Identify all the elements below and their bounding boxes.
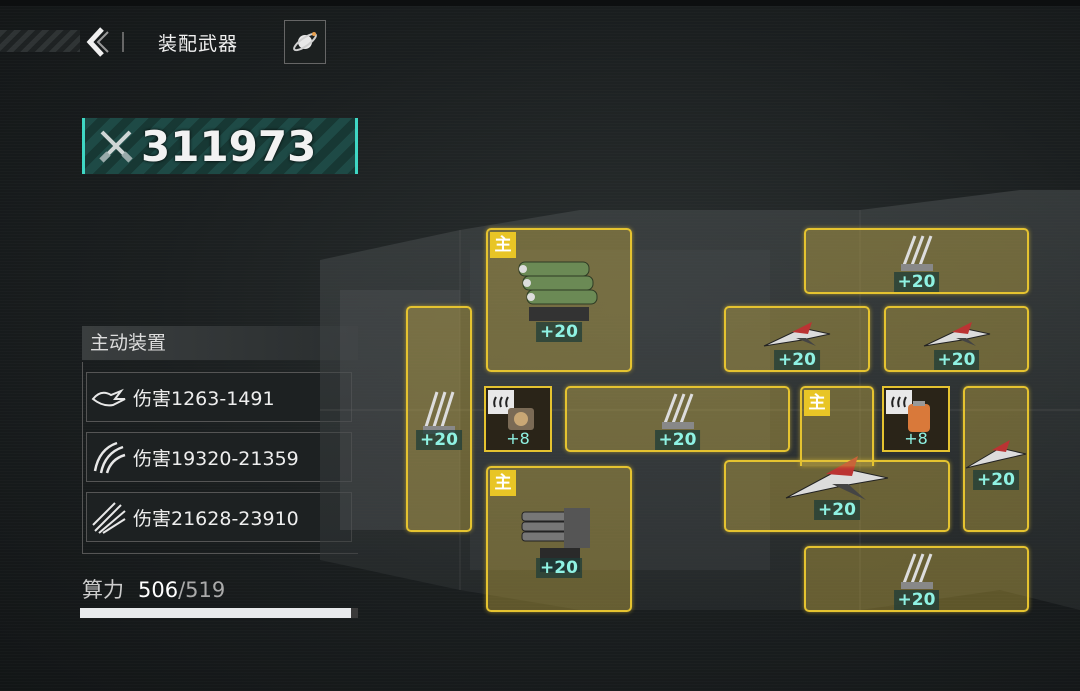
main-tag: 主 (804, 390, 830, 416)
active-device-1-label: 伤害1263-1491 (133, 387, 275, 410)
slot-5-bonus: +20 (933, 350, 980, 370)
compute-max: 519 (185, 578, 226, 602)
back-button[interactable] (82, 24, 112, 60)
module-slot-8[interactable]: +8 (882, 386, 950, 452)
slot-12-bonus: +20 (893, 590, 940, 610)
combat-power-value: 311973 (141, 121, 317, 171)
header-hatch-decoration (0, 30, 80, 52)
slot-3-bonus: +20 (893, 272, 940, 292)
missile-rack-icon (423, 391, 455, 434)
main-tag: 主 (490, 470, 516, 496)
weapon-slot-11[interactable]: 主 +20 (486, 466, 632, 612)
weapon-slot-1[interactable]: 主 +20 (486, 228, 632, 372)
module-slot-6[interactable]: +8 (484, 386, 552, 452)
weapon-slot-2[interactable]: +20 (406, 306, 472, 532)
triple-claw-icon (87, 435, 131, 479)
planet-button[interactable] (284, 20, 326, 64)
slot-1-bonus: +20 (536, 322, 582, 342)
fighter-icon (923, 322, 990, 347)
slot-8-bonus: +8 (904, 429, 928, 448)
compute-label: 算力 (82, 578, 124, 602)
planet-icon (293, 32, 317, 52)
claw-strike-icon (87, 375, 131, 419)
page-title: 装配武器 (158, 33, 239, 55)
missile-burst-icon (87, 495, 131, 539)
missile-rack-icon (900, 553, 933, 589)
compute-current: 506 (138, 578, 179, 602)
weapon-slot-5[interactable]: +20 (884, 306, 1029, 372)
compute-readout: 算力 506/519 (82, 574, 225, 604)
crossed-swords-icon (93, 123, 139, 169)
slot-7-bonus: +20 (654, 430, 701, 450)
slot-10-bonus: +20 (973, 470, 1019, 490)
weapon-slot-12[interactable]: +20 (804, 546, 1029, 612)
slot-11-bonus: +20 (536, 558, 582, 578)
slot-9-bonus: +20 (814, 500, 860, 520)
active-device-2-label: 伤害19320-21359 (133, 447, 299, 470)
active-device-3-label: 伤害21628-23910 (133, 507, 299, 530)
missile-rack-icon (661, 393, 694, 429)
fighter-icon (763, 322, 831, 347)
weapon-slot-9-top[interactable]: 主 (800, 386, 874, 466)
missile-pod-icon (518, 261, 598, 321)
weapon-slot-3[interactable]: +20 (804, 228, 1029, 294)
slot-6-bonus: +8 (506, 429, 530, 448)
chevron-left-icon (86, 27, 109, 57)
weapon-slot-9[interactable]: +20 (724, 456, 950, 532)
weapon-slot-4[interactable]: +20 (724, 306, 870, 372)
fighter-icon (965, 440, 1027, 469)
combat-power-box: 311973 (82, 118, 358, 174)
slot-2-bonus: +20 (416, 430, 462, 450)
header-divider (122, 32, 124, 52)
slot-4-bonus: +20 (774, 350, 820, 370)
top-bar (0, 0, 1080, 6)
weapon-slot-7[interactable]: +20 (565, 386, 790, 452)
missile-rack-icon (900, 235, 933, 271)
weapon-slot-10[interactable]: +20 (963, 386, 1029, 532)
